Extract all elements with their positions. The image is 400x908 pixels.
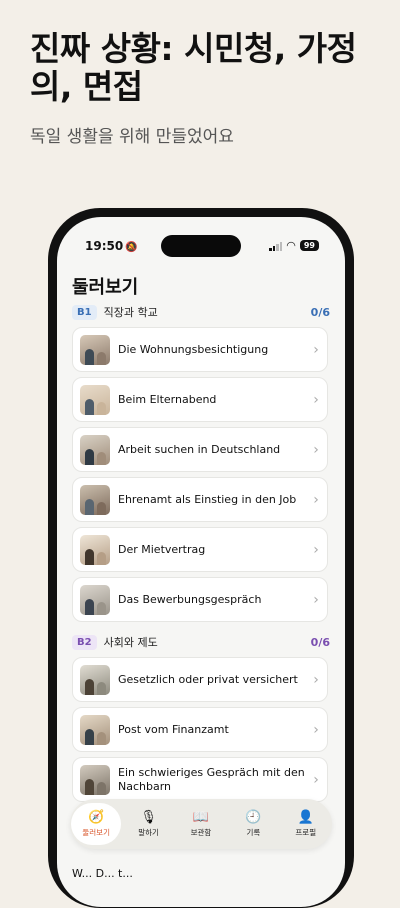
status-icons: ◠ 99 <box>269 239 319 252</box>
level-badge: B1 <box>72 304 97 320</box>
lesson-card[interactable]: Ein schwieriges Gespräch mit den Nachbar… <box>72 757 328 802</box>
section-progress: 0/6 <box>310 635 330 649</box>
book-icon: 📖 <box>192 810 210 825</box>
lesson-card[interactable]: Ehrenamt als Einstieg in den Job › <box>72 477 328 522</box>
bottom-tab-bar: 🧭 둘러보기 🎙 말하기 📖 보관함 🕘 기록 👤 프로필 <box>70 799 332 849</box>
lesson-thumbnail <box>80 334 110 365</box>
bell-slash-icon: 🔕 <box>125 242 138 253</box>
battery-icon: 99 <box>299 240 319 251</box>
wifi-icon: ◠ <box>286 239 296 252</box>
lesson-card[interactable]: Arbeit suchen in Deutschland › <box>72 427 328 472</box>
tab-compass[interactable]: 🧭 둘러보기 <box>71 803 122 845</box>
lesson-thumbnail <box>80 664 110 695</box>
marketing-subheadline: 독일 생활을 위해 만들었어요 <box>30 127 234 147</box>
chevron-right-icon: › <box>313 541 319 558</box>
clock-text: 19:50 <box>85 239 124 253</box>
lesson-thumbnail <box>80 434 110 465</box>
lesson-title: Gesetzlich oder privat versichert <box>118 672 298 686</box>
tab-book[interactable]: 📖 보관함 <box>176 803 226 845</box>
marketing-headline: 진짜 상황: 시민청, 가정의, 면접 <box>30 29 357 106</box>
section-header: B1 직장과 학교 0/6 <box>72 303 330 321</box>
chevron-right-icon: › <box>313 771 319 788</box>
compass-icon: 🧭 <box>88 810 105 825</box>
status-time: 19:50 🔕 <box>85 239 138 253</box>
lesson-thumbnail <box>80 384 110 415</box>
chevron-right-icon: › <box>313 441 319 458</box>
chevron-right-icon: › <box>313 591 319 608</box>
lesson-thumbnail <box>80 584 110 615</box>
lesson-card[interactable]: Die Wohnungsbesichtigung › <box>72 327 328 372</box>
section-header: B2 사회와 제도 0/6 <box>72 633 330 651</box>
lesson-card[interactable]: Der Mietvertrag › <box>72 527 328 572</box>
section-title: 사회와 제도 <box>103 636 158 649</box>
lesson-thumbnail <box>80 484 110 515</box>
lesson-title: Ein schwieriges Gespräch mit den Nachbar… <box>118 765 305 793</box>
tab-label: 말하기 <box>138 828 159 837</box>
chevron-right-icon: › <box>313 671 319 688</box>
microphone-icon: 🎙 <box>140 810 157 825</box>
level-badge: B2 <box>72 634 97 650</box>
lesson-title: Die Wohnungsbesichtigung <box>118 342 269 356</box>
lesson-title: Der Mietvertrag <box>118 542 206 556</box>
lesson-title: Das Bewerbungsgespräch <box>118 592 262 606</box>
app-screen: 19:50 🔕 ◠ 99 둘러보기 B1 직장과 학교 0/6 Die Wohnungs… <box>57 217 345 907</box>
lesson-card[interactable]: Das Bewerbungsgespräch › <box>72 577 328 622</box>
chevron-right-icon: › <box>313 721 319 738</box>
lesson-title: Ehrenamt als Einstieg in den Job <box>118 492 297 506</box>
tab-label: 둘러보기 <box>82 828 110 837</box>
lesson-card[interactable]: Beim Elternabend › <box>72 377 328 422</box>
clock-icon: 🕘 <box>245 810 262 825</box>
chevron-right-icon: › <box>313 341 319 358</box>
phone-frame: 19:50 🔕 ◠ 99 둘러보기 B1 직장과 학교 0/6 Die Wohnungs… <box>48 208 354 908</box>
tab-label: 기록 <box>246 828 261 837</box>
chevron-right-icon: › <box>313 391 319 408</box>
person-icon: 👤 <box>297 810 314 825</box>
lesson-thumbnail <box>80 764 110 795</box>
tab-person[interactable]: 👤 프로필 <box>281 803 331 845</box>
lesson-title: Beim Elternabend <box>118 392 217 406</box>
signal-icon <box>269 241 283 251</box>
chevron-right-icon: › <box>313 491 319 508</box>
page-title: 둘러보기 <box>72 277 139 298</box>
tab-label: 보관함 <box>190 828 212 837</box>
section-title: 직장과 학교 <box>103 306 158 319</box>
lesson-title: Post vom Finanzamt <box>118 722 229 736</box>
lesson-thumbnail <box>80 714 110 745</box>
lesson-card[interactable]: Gesetzlich oder privat versichert › <box>72 657 328 702</box>
tab-microphone[interactable]: 🎙 말하기 <box>124 803 174 845</box>
section-progress: 0/6 <box>310 305 330 319</box>
lesson-card[interactable]: Post vom Finanzamt › <box>72 707 328 752</box>
lesson-thumbnail <box>80 534 110 565</box>
tab-clock[interactable]: 🕘 기록 <box>228 803 278 845</box>
lesson-title: Arbeit suchen in Deutschland <box>118 442 281 456</box>
tab-label: 프로필 <box>295 828 317 837</box>
dynamic-island <box>161 235 241 257</box>
